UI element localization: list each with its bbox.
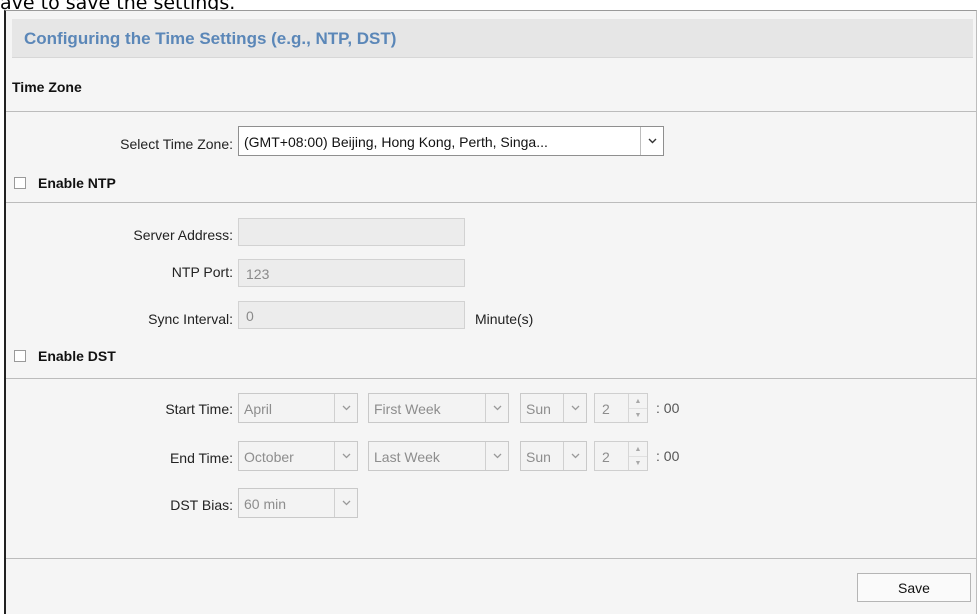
start-day-select[interactable]: Sun <box>520 393 587 423</box>
end-week-value: Last Week <box>374 449 440 465</box>
document-caption: ave to save the settings. <box>0 0 235 10</box>
end-week-select[interactable]: Last Week <box>368 441 509 471</box>
enable-ntp-label: Enable NTP <box>38 175 116 191</box>
time-zone-label: Select Time Zone: <box>120 136 233 152</box>
end-month-select[interactable]: October <box>238 441 358 471</box>
time-zone-section-title: Time Zone <box>12 79 82 95</box>
start-month-select[interactable]: April <box>238 393 358 423</box>
start-time-label: Start Time: <box>165 401 233 417</box>
spin-down-icon[interactable]: ▼ <box>629 408 647 422</box>
spin-up-icon[interactable]: ▲ <box>629 394 647 409</box>
chevron-down-icon[interactable] <box>563 394 586 422</box>
chevron-down-icon[interactable] <box>334 489 357 517</box>
chevron-down-icon[interactable] <box>334 394 357 422</box>
spin-down-icon[interactable]: ▼ <box>629 456 647 470</box>
server-address-input[interactable] <box>238 218 465 246</box>
chevron-down-icon[interactable] <box>485 394 508 422</box>
start-day-value: Sun <box>526 401 551 417</box>
ntp-port-label: NTP Port: <box>171 264 233 280</box>
spin-up-icon[interactable]: ▲ <box>629 442 647 457</box>
page-title: Configuring the Time Settings (e.g., NTP… <box>24 29 397 48</box>
divider <box>6 558 976 559</box>
settings-panel: Configuring the Time Settings (e.g., NTP… <box>4 10 977 614</box>
divider <box>6 111 976 112</box>
enable-ntp-row[interactable]: Enable NTP <box>14 175 116 191</box>
end-month-value: October <box>244 449 294 465</box>
enable-ntp-checkbox[interactable] <box>14 177 26 189</box>
chevron-down-icon[interactable] <box>563 442 586 470</box>
start-month-value: April <box>244 401 273 417</box>
start-week-value: First Week <box>374 401 441 417</box>
chevron-down-icon[interactable] <box>640 127 663 155</box>
dst-bias-select[interactable]: 60 min <box>238 488 358 518</box>
end-day-value: Sun <box>526 449 551 465</box>
start-hour-value: 2 <box>602 401 610 417</box>
dst-bias-label: DST Bias: <box>170 497 233 513</box>
server-address-label: Server Address: <box>133 227 233 243</box>
end-minutes-suffix: : 00 <box>656 448 680 464</box>
sync-interval-unit: Minute(s) <box>475 311 534 327</box>
end-day-select[interactable]: Sun <box>520 441 587 471</box>
chevron-down-icon[interactable] <box>485 442 508 470</box>
start-hour-spinner[interactable]: 2 ▲ ▼ <box>594 393 648 423</box>
end-time-label: End Time: <box>169 450 233 466</box>
spinner-buttons: ▲ ▼ <box>628 394 647 422</box>
sync-interval-input[interactable]: 0 <box>238 301 465 329</box>
dst-bias-value: 60 min <box>244 496 287 512</box>
end-hour-spinner[interactable]: 2 ▲ ▼ <box>594 441 648 471</box>
spinner-buttons: ▲ ▼ <box>628 442 647 470</box>
sync-interval-label: Sync Interval: <box>148 311 233 327</box>
enable-dst-checkbox[interactable] <box>14 350 26 362</box>
start-week-select[interactable]: First Week <box>368 393 509 423</box>
save-button[interactable]: Save <box>857 573 971 602</box>
divider <box>6 378 976 379</box>
enable-dst-row[interactable]: Enable DST <box>14 348 116 364</box>
time-zone-value: (GMT+08:00) Beijing, Hong Kong, Perth, S… <box>244 134 548 150</box>
ntp-port-input[interactable]: 123 <box>238 259 465 287</box>
time-zone-select[interactable]: (GMT+08:00) Beijing, Hong Kong, Perth, S… <box>238 126 664 156</box>
divider <box>6 202 976 203</box>
chevron-down-icon[interactable] <box>334 442 357 470</box>
enable-dst-label: Enable DST <box>38 348 116 364</box>
start-minutes-suffix: : 00 <box>656 400 680 416</box>
panel-header: Configuring the Time Settings (e.g., NTP… <box>12 19 973 58</box>
end-hour-value: 2 <box>602 449 610 465</box>
